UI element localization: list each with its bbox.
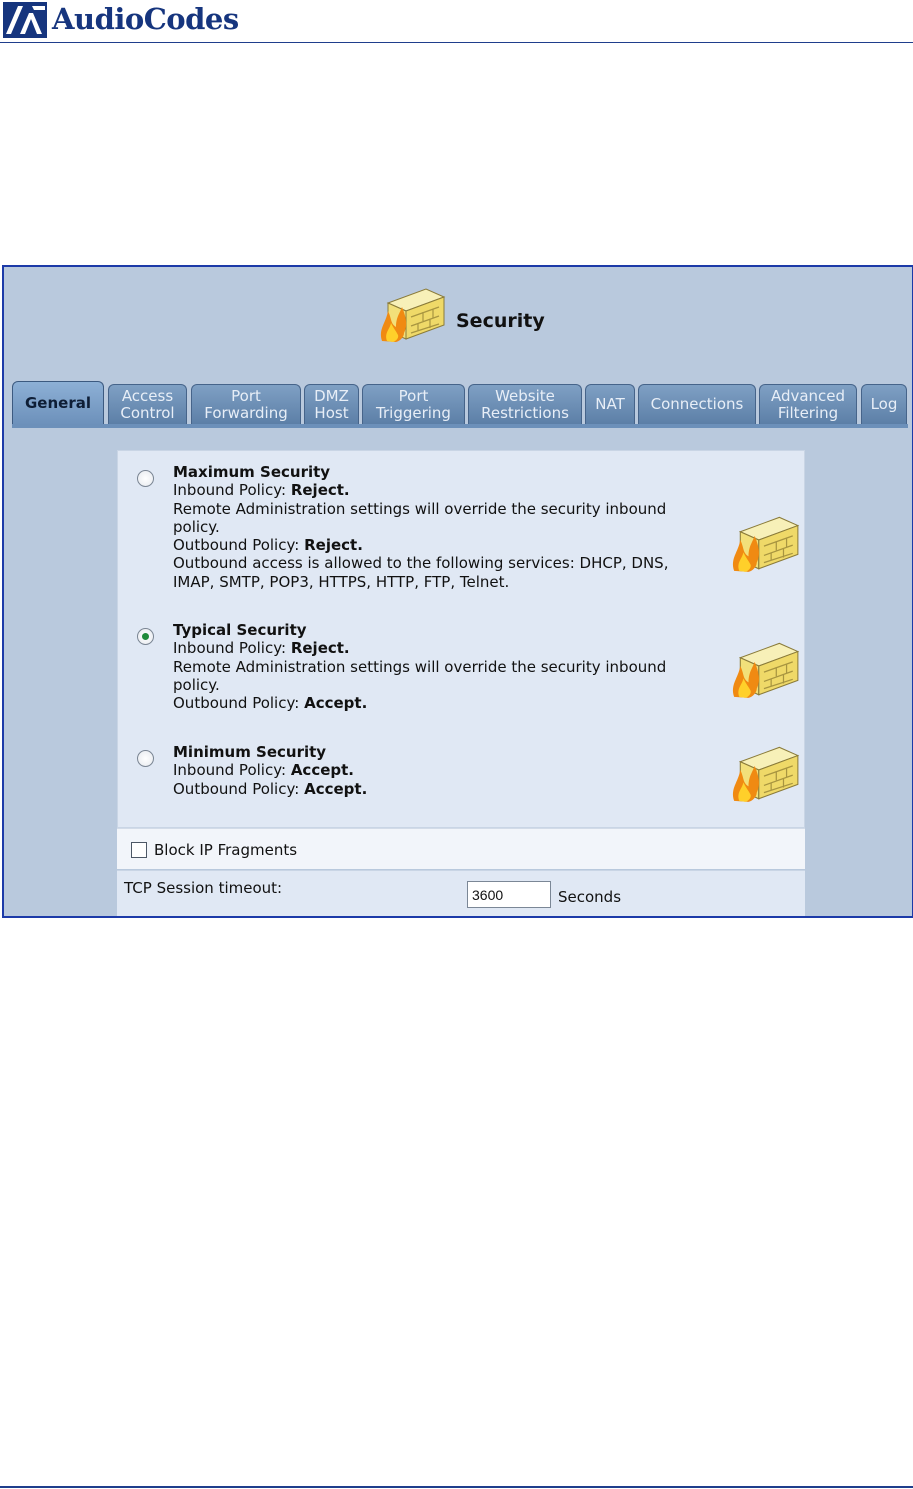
tab-website-restrictions-line1: Website (495, 386, 555, 405)
tcp-timeout-unit: Seconds (558, 888, 622, 906)
maximum-outbound-policy: Outbound Policy: Reject. (173, 536, 733, 554)
page-title: Security (456, 310, 545, 332)
inbound-value: Accept. (290, 761, 354, 780)
inbound-value: Reject. (290, 639, 350, 658)
tcp-timeout-label: TCP Session timeout: (124, 879, 283, 897)
header-divider (0, 42, 913, 43)
tab-port-triggering-line2: Triggering (376, 403, 451, 422)
tab-access-control[interactable]: Access Control (108, 384, 187, 424)
tab-port-forwarding-line1: Port (231, 386, 261, 405)
general-panel: Maximum Security Inbound Policy: Reject.… (117, 450, 805, 916)
tab-dmz-host[interactable]: DMZ Host (304, 384, 359, 424)
outbound-value: Reject. (304, 536, 363, 555)
outbound-label: Outbound Policy: (173, 779, 300, 798)
tab-advanced-filtering-line2: Filtering (777, 403, 839, 422)
typical-security-radio[interactable] (137, 628, 154, 645)
firewall-icon (732, 516, 800, 572)
document-header: AudioCodes (0, 0, 913, 44)
typical-remote-note-2: policy. (173, 675, 220, 694)
tab-bar: General Access Control Port Forwarding D… (12, 378, 908, 425)
tab-log-label: Log (870, 395, 898, 413)
firewall-icon (732, 642, 800, 698)
typical-security-text: Typical Security Inbound Policy: Reject.… (173, 621, 733, 712)
audiocodes-logo-icon (3, 2, 47, 38)
tab-port-triggering-line1: Port (398, 386, 429, 405)
tab-general-label: General (25, 394, 91, 412)
maximum-inbound-policy: Inbound Policy: Reject. (173, 481, 733, 499)
tab-dmz-host-line1: DMZ (314, 386, 349, 405)
typical-remote-note-1: Remote Administration settings will over… (173, 657, 667, 676)
typical-outbound-policy: Outbound Policy: Accept. (173, 694, 733, 712)
minimum-security-title: Minimum Security (173, 743, 327, 761)
tcp-timeout-input[interactable] (467, 881, 551, 908)
inbound-label: Inbound Policy: (173, 481, 287, 500)
maximum-remote-note-2: policy. (173, 517, 220, 536)
tcp-timeout-row: TCP Session timeout: Seconds (117, 870, 805, 916)
tab-nat[interactable]: NAT (585, 384, 635, 424)
minimum-security-radio[interactable] (137, 750, 154, 767)
option-minimum-security: Minimum Security Inbound Policy: Accept.… (118, 743, 804, 823)
minimum-outbound-policy: Outbound Policy: Accept. (173, 780, 733, 798)
tab-nat-label: NAT (595, 395, 625, 413)
outbound-label: Outbound Policy: (173, 694, 300, 713)
firewall-icon (380, 288, 446, 342)
tab-advanced-filtering-line1: Advanced (770, 386, 846, 405)
option-maximum-security: Maximum Security Inbound Policy: Reject.… (118, 463, 804, 603)
tab-underline (12, 424, 908, 428)
tab-website-restrictions-line2: Restrictions (481, 403, 569, 422)
tab-access-control-line1: Access (121, 386, 174, 405)
block-ip-fragments-row: Block IP Fragments (117, 828, 805, 869)
outbound-value: Accept. (304, 779, 368, 798)
typical-security-title: Typical Security (173, 621, 307, 639)
inbound-label: Inbound Policy: (173, 639, 287, 658)
footer-divider (0, 1486, 913, 1488)
maximum-remote-note-1: Remote Administration settings will over… (173, 499, 667, 518)
minimum-security-text: Minimum Security Inbound Policy: Accept.… (173, 743, 733, 798)
tab-connections[interactable]: Connections (638, 384, 756, 424)
typical-inbound-policy: Inbound Policy: Reject. (173, 639, 733, 657)
firewall-icon (732, 746, 800, 802)
tab-port-forwarding-line2: Forwarding (204, 403, 288, 422)
brand-name: AudioCodes (52, 2, 239, 36)
tab-dmz-host-line2: Host (314, 403, 349, 422)
block-ip-fragments-checkbox[interactable] (131, 842, 147, 858)
maximum-security-text: Maximum Security Inbound Policy: Reject.… (173, 463, 733, 591)
inbound-label: Inbound Policy: (173, 761, 287, 780)
security-level-group: Maximum Security Inbound Policy: Reject.… (117, 450, 805, 828)
tab-access-control-line2: Control (120, 403, 175, 422)
tab-website-restrictions[interactable]: Website Restrictions (468, 384, 582, 424)
tab-port-triggering[interactable]: Port Triggering (362, 384, 465, 424)
tab-log[interactable]: Log (861, 384, 907, 424)
maximum-services-2: IMAP, SMTP, POP3, HTTPS, HTTP, FTP, Teln… (173, 572, 510, 591)
minimum-inbound-policy: Inbound Policy: Accept. (173, 761, 733, 779)
maximum-security-title: Maximum Security (173, 463, 331, 481)
security-screen: Security General Access Control Port For… (2, 265, 913, 918)
block-ip-fragments-label: Block IP Fragments (154, 841, 298, 859)
tab-general[interactable]: General (12, 381, 104, 425)
tab-connections-label: Connections (650, 395, 744, 413)
inbound-value: Reject. (290, 481, 350, 500)
option-typical-security: Typical Security Inbound Policy: Reject.… (118, 621, 804, 721)
outbound-label: Outbound Policy: (173, 536, 300, 555)
maximum-services-1: Outbound access is allowed to the follow… (173, 554, 669, 573)
maximum-security-radio[interactable] (137, 470, 154, 487)
tab-advanced-filtering[interactable]: Advanced Filtering (759, 384, 857, 424)
tab-port-forwarding[interactable]: Port Forwarding (191, 384, 301, 424)
outbound-value: Accept. (304, 694, 368, 713)
